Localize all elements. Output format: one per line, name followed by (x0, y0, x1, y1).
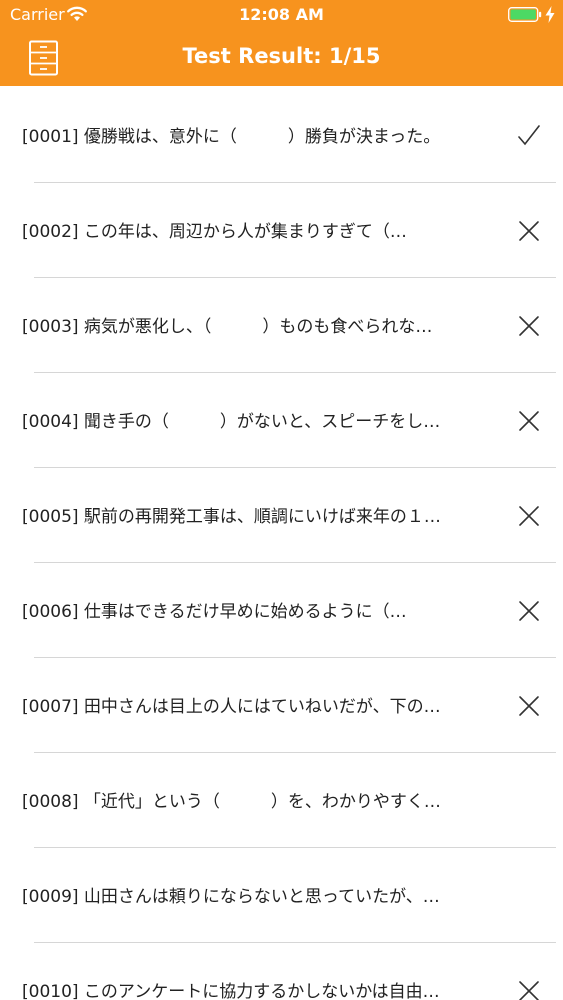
result-row[interactable]: [0009] 山田さんは頼りにならないと思っていたが、… (0, 848, 563, 943)
result-row[interactable]: [0001] 優勝戦は、意外に（ ）勝負が決まった。 (0, 88, 563, 183)
incorrect-cross-icon (519, 316, 539, 336)
question-text: [0006] 仕事はできるだけ早めに始めるように（… (22, 602, 407, 622)
result-row[interactable]: [0010] このアンケートに協力するかしないかは自由… (0, 943, 563, 1000)
question-text: [0005] 駅前の再開発工事は、順調にいけば来年の１… (22, 507, 441, 527)
navigation-header: Carrier 12:08 AM Test Result: 1/15 (0, 0, 563, 86)
battery-icon (508, 7, 542, 22)
result-row[interactable]: [0004] 聞き手の（ ）がないと、スピーチをし… (0, 373, 563, 468)
result-row[interactable]: [0005] 駅前の再開発工事は、順調にいけば来年の１… (0, 468, 563, 563)
incorrect-cross-icon (519, 601, 539, 621)
incorrect-cross-icon (519, 221, 539, 241)
question-text: [0008] 「近代」という（ ）を、わかりやすく… (22, 792, 441, 812)
incorrect-cross-icon (519, 981, 539, 1000)
correct-check-icon (518, 125, 540, 146)
page-title: Test Result: 1/15 (182, 44, 381, 68)
result-row[interactable]: [0002] この年は、周辺から人が集まりすぎて（… (0, 183, 563, 278)
incorrect-cross-icon (519, 696, 539, 716)
question-text: [0002] この年は、周辺から人が集まりすぎて（… (22, 222, 407, 242)
result-row[interactable]: [0008] 「近代」という（ ）を、わかりやすく… (0, 753, 563, 848)
result-row[interactable]: [0003] 病気が悪化し、（ ）ものも食べられな… (0, 278, 563, 373)
incorrect-cross-icon (519, 506, 539, 526)
question-text: [0003] 病気が悪化し、（ ）ものも食べられな… (22, 317, 433, 337)
status-bar: Carrier 12:08 AM (0, 0, 563, 30)
question-text: [0009] 山田さんは頼りにならないと思っていたが、… (22, 887, 440, 907)
result-row[interactable]: [0006] 仕事はできるだけ早めに始めるように（… (0, 563, 563, 658)
test-result-screen: Carrier 12:08 AM Test Result: 1/15 [0001… (0, 0, 563, 1000)
result-list: [0001] 優勝戦は、意外に（ ）勝負が決まった。 [0002] この年は、周辺… (0, 88, 563, 1000)
question-text: [0004] 聞き手の（ ）がないと、スピーチをし… (22, 412, 441, 432)
result-row[interactable]: [0007] 田中さんは目上の人にはていねいだが、下の… (0, 658, 563, 753)
question-text: [0007] 田中さんは目上の人にはていねいだが、下の… (22, 697, 441, 717)
incorrect-cross-icon (519, 411, 539, 431)
question-text: [0010] このアンケートに協力するかしないかは自由… (22, 982, 440, 1000)
status-time: 12:08 AM (239, 5, 324, 24)
question-text: [0001] 優勝戦は、意外に（ ）勝負が決まった。 (22, 127, 441, 147)
charging-bolt-icon (545, 6, 555, 23)
